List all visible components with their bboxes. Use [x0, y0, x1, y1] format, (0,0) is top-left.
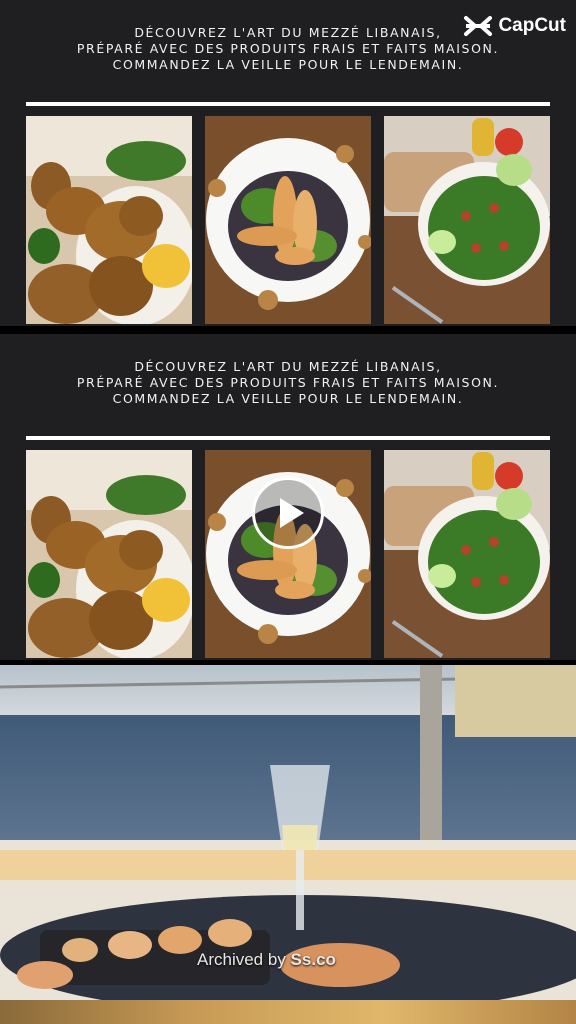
play-button[interactable] — [252, 477, 324, 549]
capcut-label: CapCut — [498, 15, 566, 36]
promo-panel-1: DÉCOUVREZ L'ART DU MEZZÉ LIBANAIS, PRÉPA… — [0, 0, 576, 326]
promo-line-1: DÉCOUVREZ L'ART DU MEZZÉ LIBANAIS, — [134, 359, 442, 374]
capcut-logo-icon — [464, 16, 493, 36]
promo-line-3: COMMANDEZ LA VEILLE POUR LE LENDEMAIN. — [112, 391, 464, 406]
photo-kibbeh — [26, 450, 192, 658]
promo-line-2: PRÉPARÉ AVEC DES PRODUITS FRAIS ET FAITS… — [76, 375, 500, 390]
promo-line-2: PRÉPARÉ AVEC DES PRODUITS FRAIS ET FAITS… — [76, 41, 500, 56]
photo-tabbouleh — [384, 450, 550, 658]
divider-rule — [26, 102, 550, 106]
capcut-watermark: CapCut — [463, 14, 566, 38]
photo-kibbeh — [26, 116, 192, 324]
promo-text-2: DÉCOUVREZ L'ART DU MEZZÉ LIBANAIS, PRÉPA… — [0, 359, 576, 407]
photo-tabbouleh — [384, 116, 550, 324]
photo-shrimp-salad — [205, 116, 371, 324]
archived-prefix: Archived by — [197, 950, 291, 969]
next-slide-preview — [0, 1000, 576, 1024]
archived-watermark: Archived by Ss.co — [197, 950, 336, 970]
promo-line-3: COMMANDEZ LA VEILLE POUR LE LENDEMAIN. — [112, 57, 464, 72]
divider-rule — [26, 436, 550, 440]
play-icon — [280, 498, 304, 528]
archived-name: Ss.co — [290, 950, 336, 969]
